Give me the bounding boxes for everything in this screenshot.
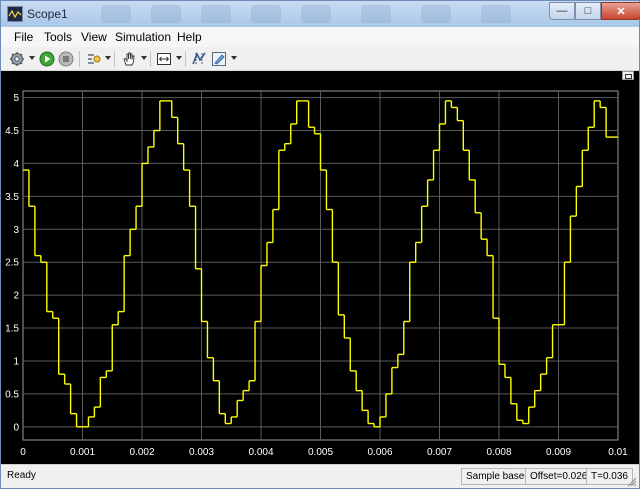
y-tick-label: 1	[13, 356, 19, 367]
pan-icon[interactable]	[121, 51, 137, 67]
menu-bar: File Tools View Simulation Help	[1, 27, 639, 47]
window-title: Scope1	[27, 7, 68, 21]
stop-icon[interactable]	[58, 51, 74, 67]
x-tick-label: 0.003	[189, 447, 214, 458]
status-bar: Ready Sample based Offset=0.026 T=0.036	[1, 464, 639, 488]
signal-selector-icon[interactable]	[86, 51, 102, 67]
toolbar	[1, 47, 639, 71]
x-tick-label: 0.006	[367, 447, 392, 458]
minimize-button[interactable]: —	[549, 2, 575, 20]
y-tick-label: 3	[13, 225, 19, 236]
x-tick-label: 0.004	[248, 447, 273, 458]
y-tick-label: 2	[13, 291, 19, 302]
x-tick-label: 0.009	[546, 447, 571, 458]
close-icon: ✕	[616, 5, 626, 18]
menu-tools[interactable]: Tools	[44, 30, 72, 44]
x-tick-label: 0.01	[608, 447, 628, 458]
scope-display[interactable]: 0 0.001 0.002 0.003 0.004 0.005 0.006 0.007 0.00…	[1, 71, 639, 464]
x-tick-label: 0	[20, 447, 26, 458]
y-tick-label: 0	[13, 422, 19, 433]
cursor-measurements-icon[interactable]	[191, 51, 207, 67]
menu-help[interactable]: Help	[177, 30, 202, 44]
menu-view[interactable]: View	[81, 30, 107, 44]
y-tick-label: 5	[13, 93, 19, 104]
menu-file[interactable]: File	[14, 30, 33, 44]
status-ready: Ready	[7, 470, 36, 481]
y-tick-label: 1.5	[5, 324, 19, 335]
maximize-button[interactable]: □	[575, 2, 601, 20]
signal-selector-dropdown-icon[interactable]	[105, 56, 111, 60]
y-tick-label: 0.5	[5, 389, 19, 400]
menu-simulation[interactable]: Simulation	[115, 30, 171, 44]
scope-plot[interactable]: 0 0.001 0.002 0.003 0.004 0.005 0.006 0.007 0.00…	[1, 71, 639, 464]
status-offset: Offset=0.026	[525, 468, 593, 485]
scope-window: Scope1 — □ ✕ File Tools View Simulation …	[0, 0, 640, 489]
zoom-fit-dropdown-icon[interactable]	[176, 56, 182, 60]
y-tick-label: 4.5	[5, 126, 19, 137]
toolbar-separator	[79, 51, 80, 67]
settings-icon[interactable]	[9, 51, 25, 67]
close-button[interactable]: ✕	[601, 2, 640, 20]
y-tick-label: 3.5	[5, 192, 19, 203]
maximize-icon: □	[584, 5, 592, 17]
highlight-dropdown-icon[interactable]	[231, 56, 237, 60]
x-tick-label: 0.008	[486, 447, 511, 458]
zoom-fit-icon[interactable]	[156, 51, 172, 67]
y-tick-label: 2.5	[5, 258, 19, 269]
pan-dropdown-icon[interactable]	[141, 56, 147, 60]
toolbar-separator	[150, 51, 151, 67]
run-icon[interactable]	[39, 51, 55, 67]
resize-grip-icon[interactable]	[627, 477, 637, 487]
background-toolstrip	[81, 3, 541, 25]
scope-app-icon	[7, 6, 23, 22]
minimize-icon: —	[556, 5, 568, 17]
x-tick-label: 0.002	[129, 447, 154, 458]
highlight-icon[interactable]	[211, 51, 227, 67]
status-time: T=0.036	[586, 468, 633, 485]
undock-icon[interactable]	[622, 71, 634, 80]
title-bar[interactable]: Scope1 — □ ✕	[1, 1, 640, 27]
y-tick-label: 4	[13, 159, 19, 170]
settings-dropdown-icon[interactable]	[29, 56, 35, 60]
toolbar-separator	[185, 51, 186, 67]
x-tick-label: 0.007	[427, 447, 452, 458]
toolbar-separator	[114, 51, 115, 67]
status-sample-mode: Sample based	[461, 468, 535, 485]
x-tick-label: 0.005	[308, 447, 333, 458]
x-tick-label: 0.001	[70, 447, 95, 458]
